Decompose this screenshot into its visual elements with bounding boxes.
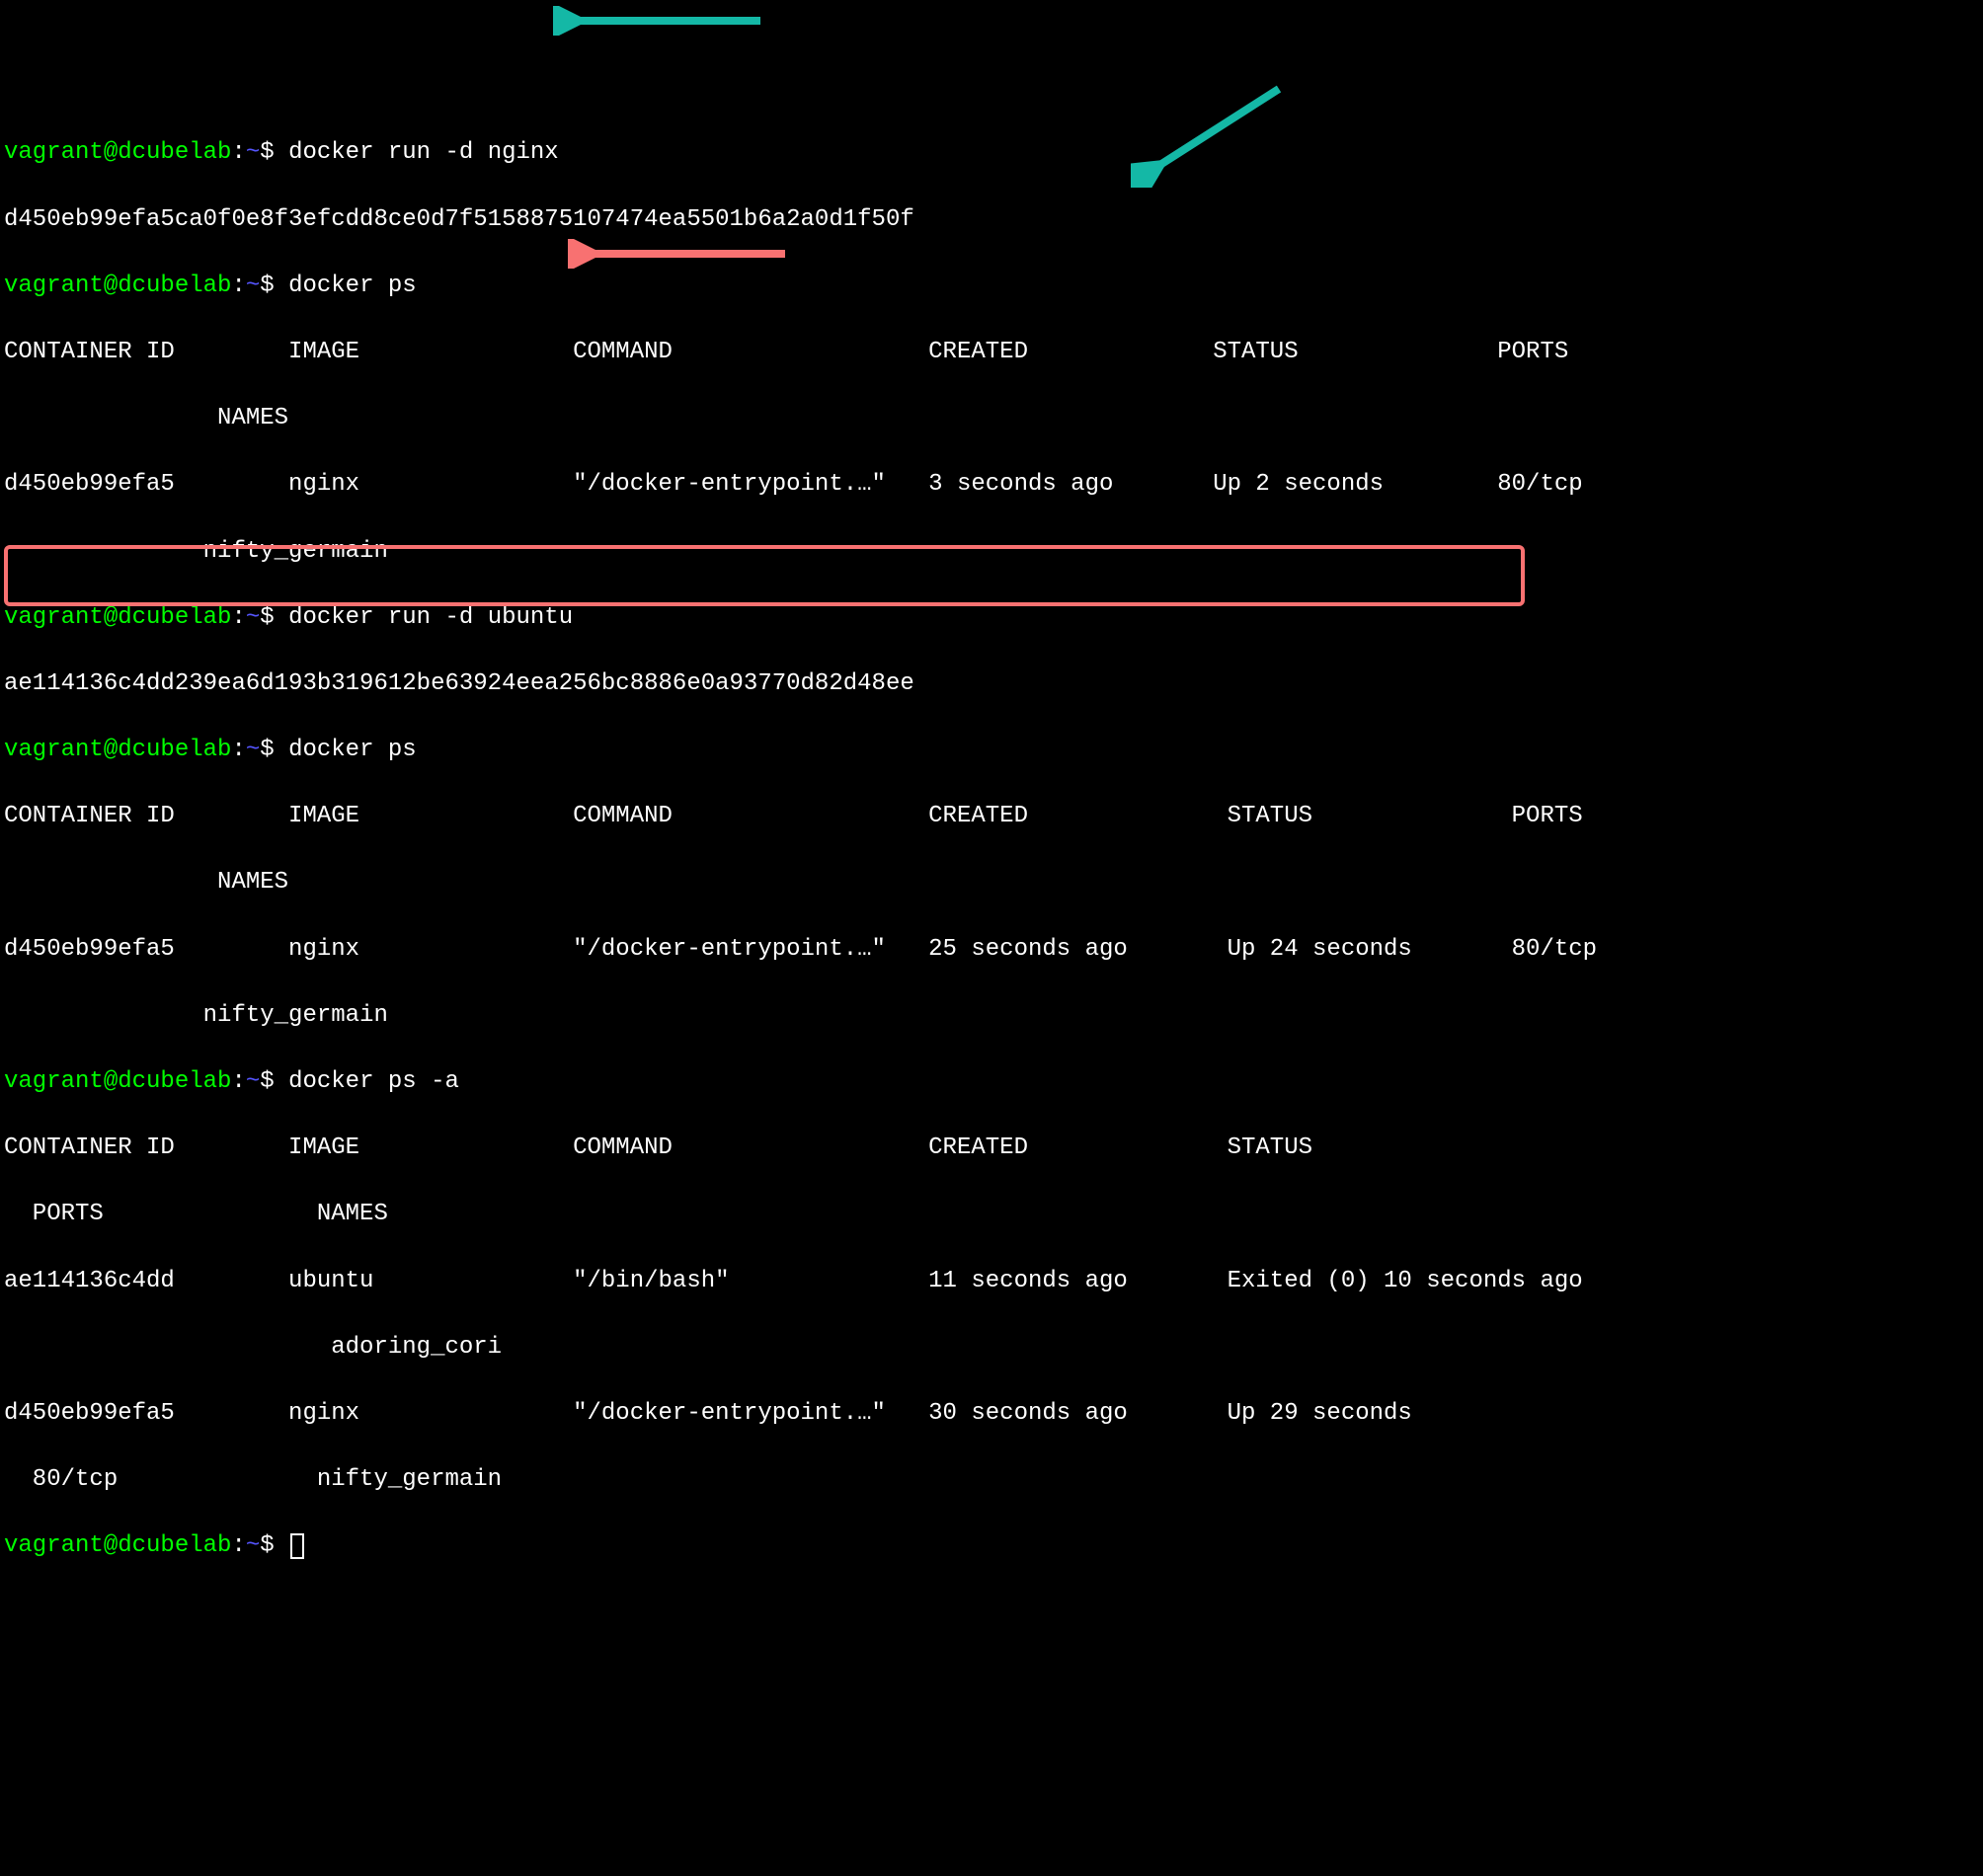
command-text: docker ps [288, 273, 417, 299]
prompt-line-6[interactable]: vagrant@dcubelab:~$ [4, 1529, 1979, 1563]
prompt-dollar: $ [260, 1532, 288, 1559]
prompt-line-2[interactable]: vagrant@dcubelab:~$ docker ps [4, 270, 1979, 303]
prompt-user: vagrant@dcubelab [4, 139, 231, 166]
prompt-tilde: ~ [246, 604, 260, 631]
psa-row-ubuntu-names: adoring_cori [4, 1331, 1979, 1365]
prompt-user: vagrant@dcubelab [4, 273, 231, 299]
ps1-row1: d450eb99efa5 nginx "/docker-entrypoint.…… [4, 468, 1979, 502]
prompt-user: vagrant@dcubelab [4, 604, 231, 631]
ps1-header: CONTAINER ID IMAGE COMMAND CREATED STATU… [4, 336, 1979, 369]
prompt-tilde: ~ [246, 1532, 260, 1559]
ps2-row1b: nifty_germain [4, 999, 1979, 1033]
annotation-arrow-teal-1 [553, 6, 770, 36]
prompt-tilde: ~ [246, 139, 260, 166]
prompt-line-3[interactable]: vagrant@dcubelab:~$ docker run -d ubuntu [4, 601, 1979, 635]
psa-row-ubuntu: ae114136c4dd ubuntu "/bin/bash" 11 secon… [4, 1265, 1979, 1298]
prompt-user: vagrant@dcubelab [4, 1068, 231, 1095]
command-text: docker run -d ubuntu [288, 604, 573, 631]
prompt-dollar: $ [260, 1068, 288, 1095]
prompt-user: vagrant@dcubelab [4, 1532, 231, 1559]
psa-header: CONTAINER ID IMAGE COMMAND CREATED STATU… [4, 1132, 1979, 1165]
prompt-line-4[interactable]: vagrant@dcubelab:~$ docker ps [4, 734, 1979, 767]
command-text: docker run -d nginx [288, 139, 559, 166]
prompt-dollar: $ [260, 139, 288, 166]
prompt-dollar: $ [260, 273, 288, 299]
prompt-user: vagrant@dcubelab [4, 737, 231, 763]
output-hash2: ae114136c4dd239ea6d193b319612be63924eea2… [4, 667, 1979, 701]
ps2-header: CONTAINER ID IMAGE COMMAND CREATED STATU… [4, 800, 1979, 833]
prompt-colon: : [231, 273, 245, 299]
command-text: docker ps -a [288, 1068, 459, 1095]
psa-header2: PORTS NAMES [4, 1198, 1979, 1231]
prompt-tilde: ~ [246, 1068, 260, 1095]
ps1-row1b: nifty_germain [4, 535, 1979, 569]
ps2-header2: NAMES [4, 866, 1979, 899]
annotation-arrow-teal-2 [1131, 79, 1289, 188]
prompt-colon: : [231, 604, 245, 631]
prompt-tilde: ~ [246, 737, 260, 763]
prompt-colon: : [231, 737, 245, 763]
cursor-icon[interactable] [290, 1533, 304, 1559]
output-hash1: d450eb99efa5ca0f0e8f3efcdd8ce0d7f5158875… [4, 203, 1979, 237]
prompt-line-1[interactable]: vagrant@dcubelab:~$ docker run -d nginx [4, 136, 1979, 170]
prompt-dollar: $ [260, 604, 288, 631]
prompt-line-5[interactable]: vagrant@dcubelab:~$ docker ps -a [4, 1065, 1979, 1099]
prompt-colon: : [231, 139, 245, 166]
psa-row-nginx-names: 80/tcp nifty_germain [4, 1463, 1979, 1497]
psa-row-nginx: d450eb99efa5 nginx "/docker-entrypoint.…… [4, 1397, 1979, 1431]
annotation-arrow-red [568, 239, 795, 269]
prompt-colon: : [231, 1532, 245, 1559]
ps1-header2: NAMES [4, 402, 1979, 435]
prompt-colon: : [231, 1068, 245, 1095]
command-text: docker ps [288, 737, 417, 763]
prompt-tilde: ~ [246, 273, 260, 299]
prompt-dollar: $ [260, 737, 288, 763]
